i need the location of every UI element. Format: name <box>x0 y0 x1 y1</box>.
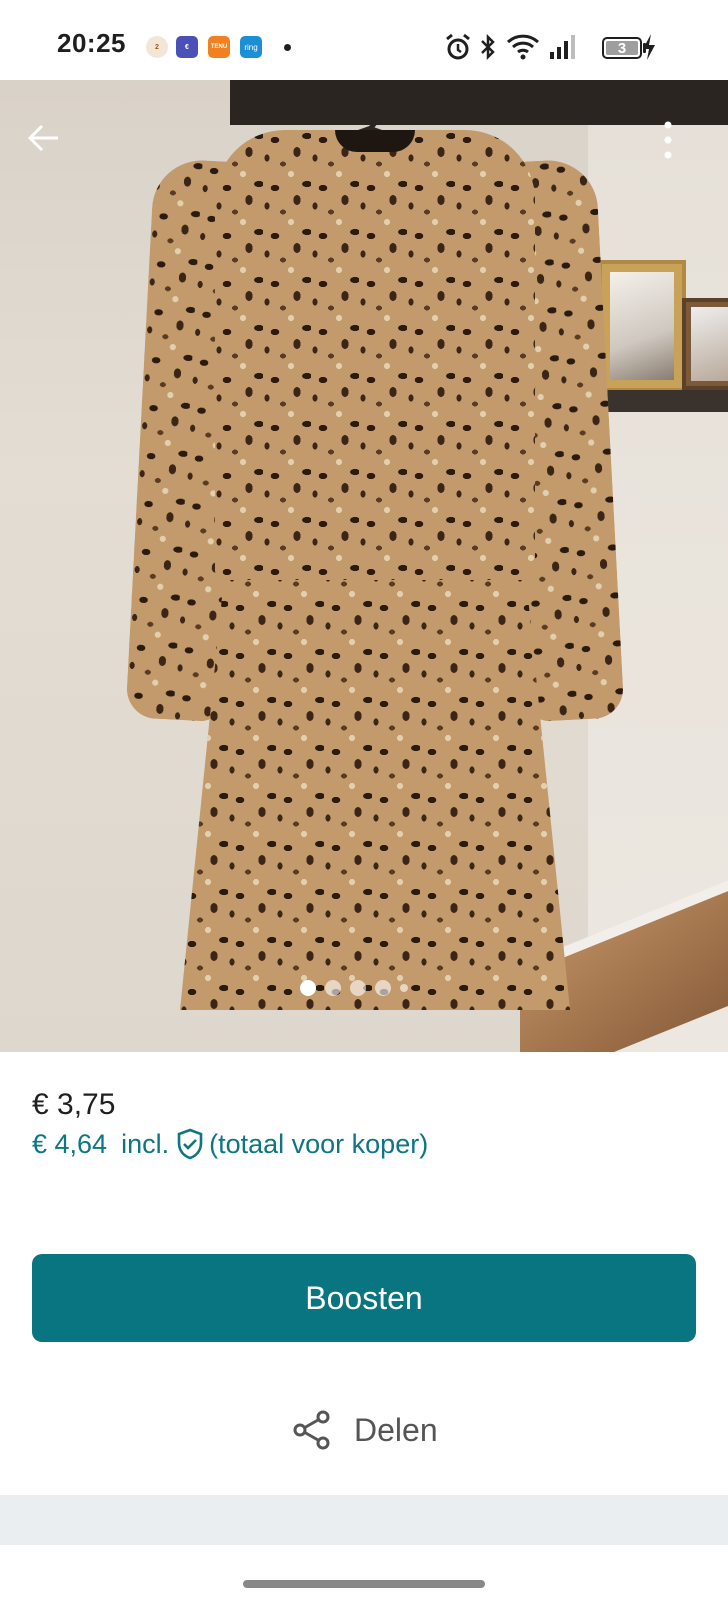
pagination-dot[interactable] <box>325 980 341 996</box>
total-note: (totaal voor koper) <box>209 1128 429 1159</box>
more-notifications-dot <box>284 44 291 51</box>
tenu-app-icon: TENU <box>208 36 230 58</box>
more-vert-icon[interactable] <box>662 120 674 160</box>
bluetooth-icon <box>481 33 495 61</box>
incl-label: incl. <box>121 1128 170 1159</box>
buyer-protection-shield-icon[interactable] <box>175 1128 205 1160</box>
photo-frame-2 <box>682 298 728 390</box>
alarm-icon <box>446 33 470 60</box>
back-arrow-icon[interactable] <box>26 120 62 156</box>
pagination-dot[interactable] <box>375 980 391 996</box>
wifi-icon <box>506 34 540 60</box>
dress-skirt <box>180 550 570 1010</box>
pagination-dot[interactable] <box>400 984 408 992</box>
buyer-total-price[interactable]: € 4,64 incl. (totaal voor koper) <box>32 1128 428 1160</box>
status-time: 20:25 <box>57 28 126 58</box>
dress-bodice <box>215 130 535 580</box>
share-label: Delen <box>354 1411 438 1448</box>
status-bar: 20:25 2 € TENU ring 3 <box>0 0 728 80</box>
total-price-value: € 4,64 <box>32 1128 108 1159</box>
boost-button[interactable]: Boosten <box>32 1254 696 1342</box>
share-icon <box>293 1410 330 1450</box>
section-divider-band <box>0 1495 728 1545</box>
photo-pagination[interactable] <box>300 980 408 996</box>
signal-icon <box>550 35 575 59</box>
shelf-middle <box>600 390 728 412</box>
euro-app-icon: € <box>176 36 198 58</box>
item-price: € 3,75 <box>32 1088 116 1121</box>
home-indicator[interactable] <box>243 1580 485 1588</box>
photo-frame-1 <box>598 260 686 392</box>
coin-notification-icon: 2 <box>146 36 168 58</box>
battery-level: 3 <box>617 39 627 57</box>
share-button[interactable]: Delen <box>292 1410 438 1450</box>
pagination-dot[interactable] <box>350 980 366 996</box>
pagination-dot[interactable] <box>300 980 316 996</box>
leopard-dress <box>125 130 625 1010</box>
charging-icon <box>643 34 655 60</box>
listing-photo[interactable] <box>0 80 728 1052</box>
dress-neckline <box>335 130 415 152</box>
ring-app-icon: ring <box>240 36 262 58</box>
battery-icon: 3 <box>602 37 642 59</box>
